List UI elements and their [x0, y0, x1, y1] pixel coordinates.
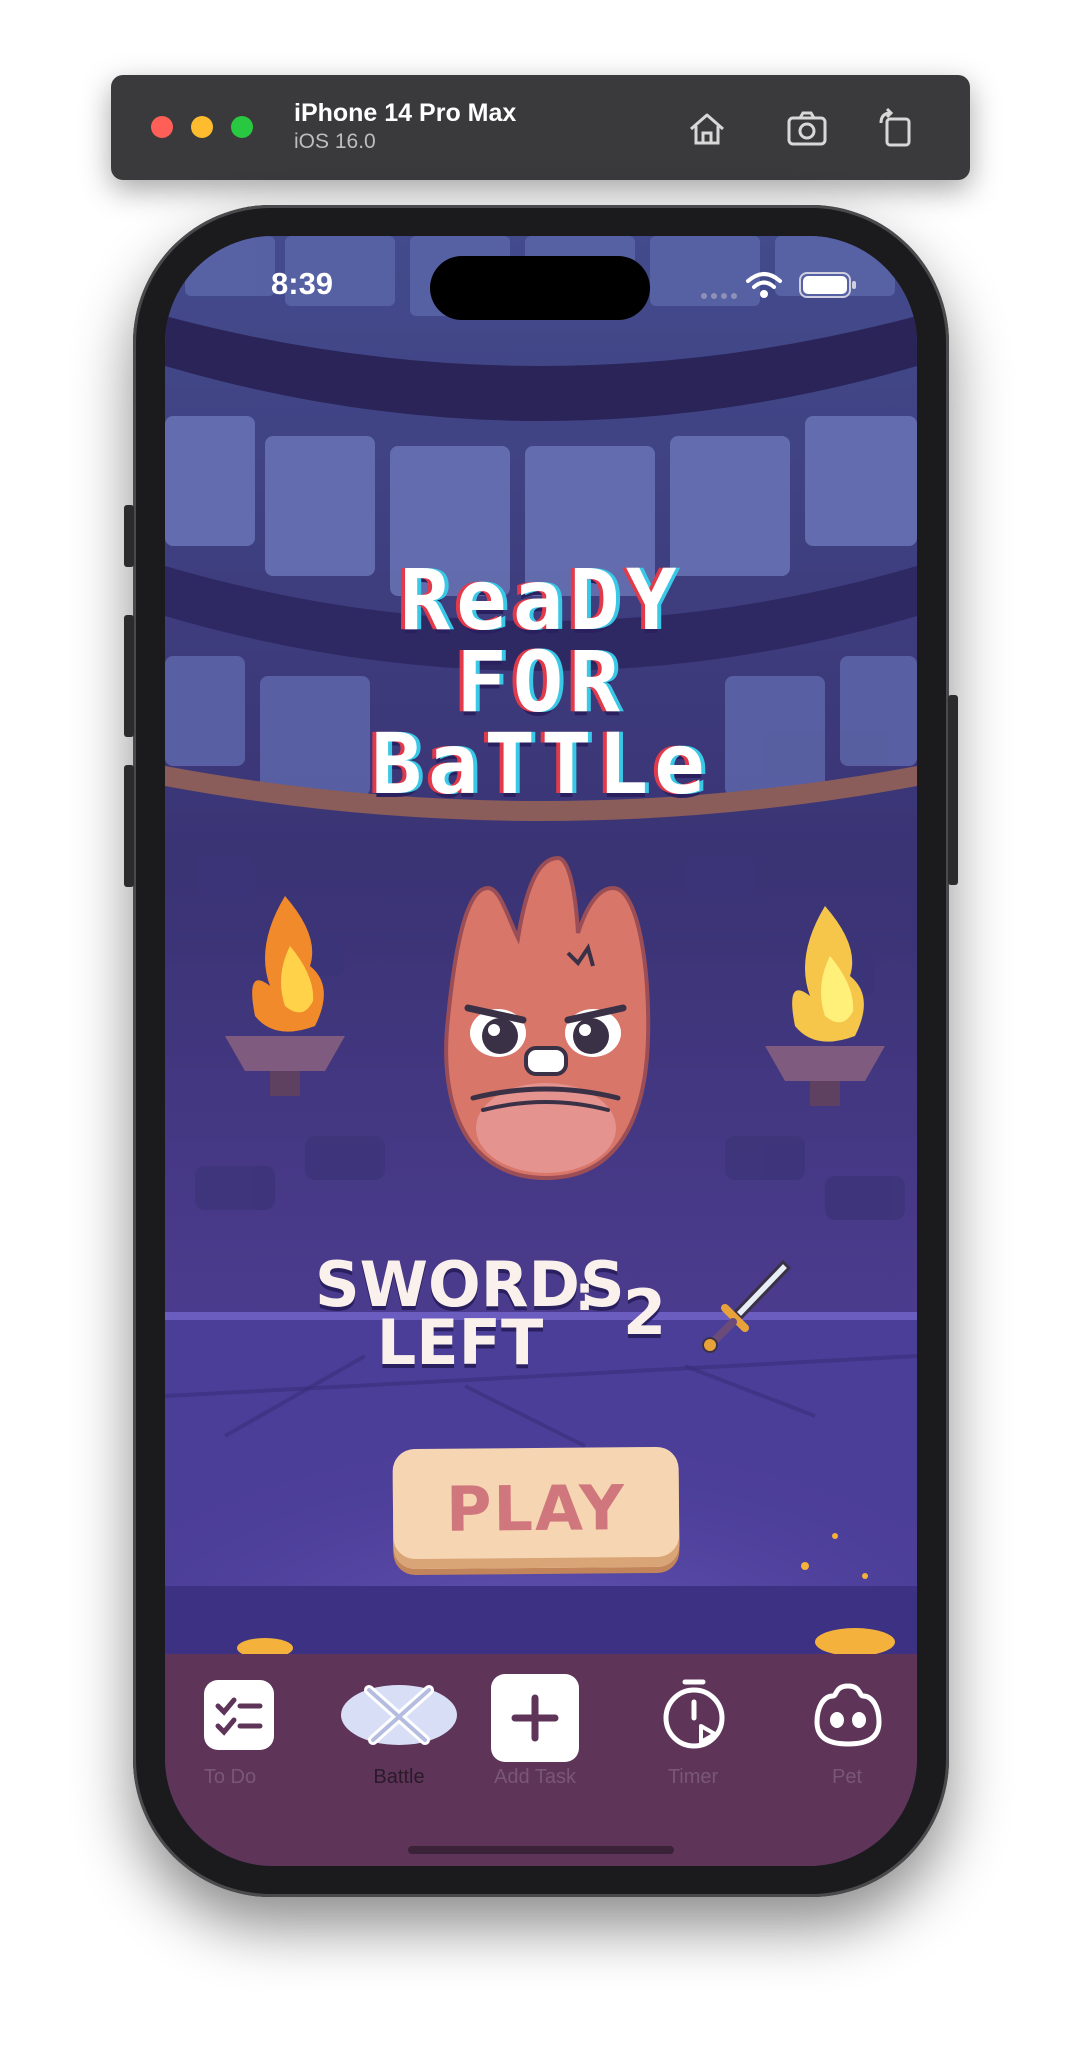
crossed-swords-icon [341, 1685, 457, 1745]
status-time: 8:39 [271, 266, 334, 301]
minimize-window-button[interactable] [191, 116, 213, 138]
swords-left-line-2: LEFT [376, 1306, 544, 1379]
tab-label-pet: Pet [831, 1766, 863, 1788]
battery-icon [799, 272, 856, 298]
swords-count: 2 [623, 1276, 667, 1349]
action-button [124, 505, 134, 567]
cellular-signal-icon [701, 293, 737, 299]
torch-right [765, 906, 885, 1106]
title-line-1: ReaDY [399, 551, 683, 649]
plus-icon [491, 1674, 579, 1762]
tab-timer[interactable]: Timer [633, 1678, 753, 1788]
rotate-icon [879, 107, 911, 147]
rotate-button[interactable] [873, 105, 921, 153]
tab-pet[interactable]: Pet [787, 1678, 907, 1788]
title-line-2: FOR [456, 633, 626, 731]
checklist-icon [204, 1680, 274, 1750]
pet-icon [814, 1683, 882, 1747]
screenshot-icon [787, 111, 827, 146]
sword-icon [702, 1259, 792, 1353]
home-indicator [408, 1846, 674, 1854]
tab-label-todo: To Do [203, 1766, 257, 1788]
simulator-title-bar: iPhone 14 Pro Max iOS 16.0 [111, 75, 970, 180]
volume-down-button [124, 765, 134, 887]
tab-battle[interactable]: Battle [339, 1678, 459, 1788]
title-line-3: BaTTLe [371, 715, 711, 813]
play-button-label: PLAY [445, 1470, 627, 1546]
power-button [948, 695, 958, 885]
zoom-window-button[interactable] [231, 116, 253, 138]
home-icon [690, 113, 724, 145]
tab-label-add-task: Add Task [494, 1766, 576, 1788]
play-button[interactable]: PLAY [392, 1446, 680, 1570]
dynamic-island [430, 256, 650, 320]
screenshot-button[interactable] [783, 105, 831, 153]
app-screen: 8:39 ReaDY FOR BaTTLe SWORDS LEFT : 2 PL… [165, 236, 917, 1866]
timer-icon [663, 1679, 725, 1749]
torch-left [225, 896, 345, 1096]
tab-label-battle: Battle [373, 1766, 425, 1788]
tab-todo[interactable]: To Do [170, 1678, 290, 1788]
home-button[interactable] [683, 105, 731, 153]
angry-pet-character [444, 855, 651, 1181]
wifi-icon [746, 272, 782, 298]
volume-up-button [124, 615, 134, 737]
tab-bar: To Do Battle Add Task Timer Pet [165, 1654, 917, 1866]
tab-label-timer: Timer [667, 1766, 719, 1788]
close-window-button[interactable] [151, 116, 173, 138]
device-name: iPhone 14 Pro Max [294, 99, 517, 127]
swords-colon: : [575, 1266, 595, 1322]
os-version: iOS 16.0 [294, 130, 376, 153]
swords-left-label: SWORDS LEFT [315, 1254, 625, 1379]
tab-add-task[interactable]: Add Task [475, 1674, 595, 1788]
